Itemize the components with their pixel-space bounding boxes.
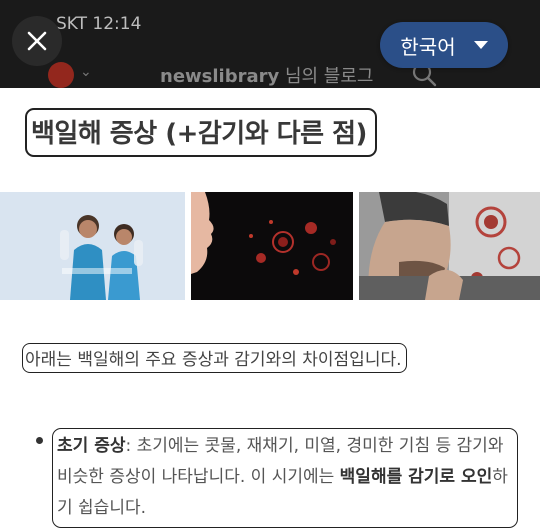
man-coughing-image[interactable]: [359, 192, 540, 300]
language-label: 한국어: [400, 34, 456, 59]
avatar[interactable]: [48, 62, 74, 88]
language-selector-button[interactable]: 한국어: [380, 22, 508, 68]
image-row: [0, 192, 540, 300]
bullet-bold-phrase: 백일해를 감기로 오인: [339, 467, 493, 487]
bullet-item-early-symptoms: 초기 증상: 초기에는 콧물, 재채기, 미열, 경미한 기침 등 감기와 비슷…: [52, 428, 518, 528]
blog-title-name: newslibrary: [160, 66, 280, 87]
chevron-down-icon[interactable]: ⌄: [80, 64, 92, 80]
blog-title-suffix: 님의 블로그: [279, 66, 374, 87]
intro-text: 아래는 백일해의 주요 증상과 감기와의 차이점입니다.: [22, 343, 407, 373]
bullet-label: 초기 증상: [57, 436, 126, 456]
children-hospital-image[interactable]: [0, 192, 185, 300]
close-button[interactable]: [12, 16, 62, 66]
blog-title[interactable]: newslibrary 님의 블로그: [160, 62, 373, 88]
caret-down-icon: [473, 41, 488, 49]
status-bar-time: SKT 12:14: [56, 14, 142, 34]
close-icon: [27, 31, 47, 51]
bullet-dot: [36, 437, 43, 444]
article-heading: 백일해 증상 (+감기와 다른 점): [25, 108, 377, 157]
virus-breath-image[interactable]: [191, 192, 353, 300]
